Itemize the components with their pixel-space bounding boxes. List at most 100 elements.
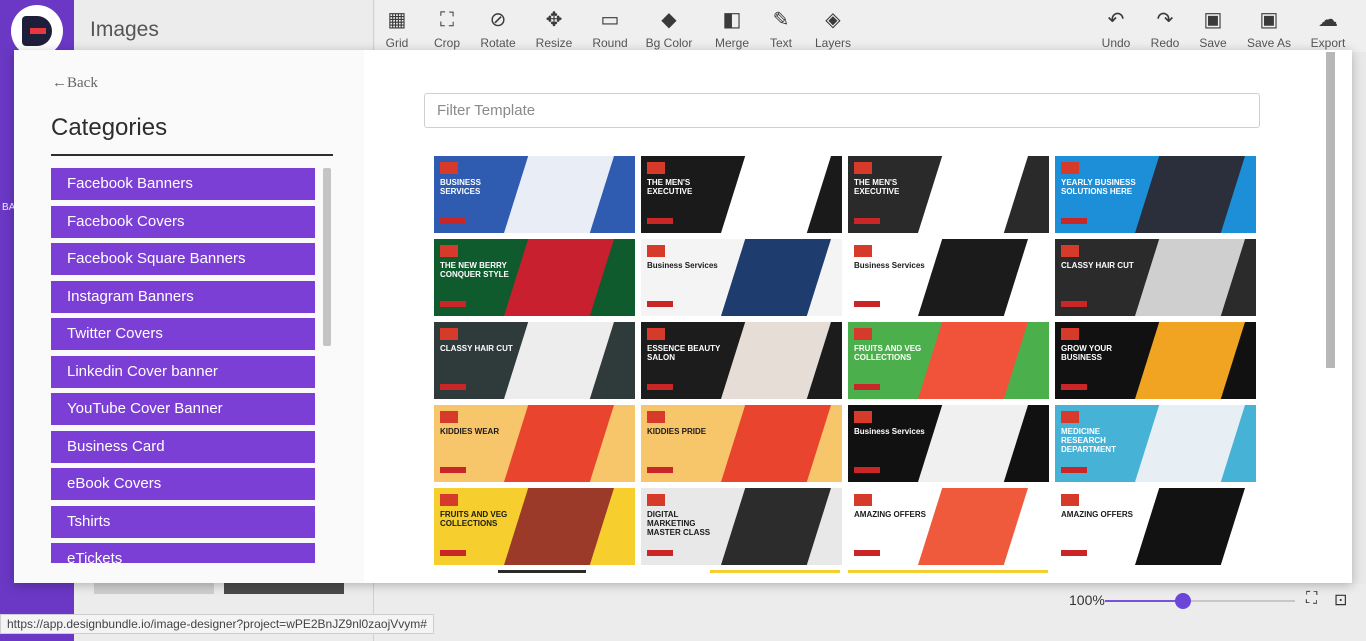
back-label: Back	[67, 75, 98, 91]
category-item[interactable]: YouTube Cover Banner	[51, 393, 315, 425]
category-item[interactable]: Twitter Covers	[51, 318, 315, 350]
toolbar-label: Undo	[1101, 36, 1131, 50]
template-thumbnail[interactable]: Business Services	[848, 239, 1049, 316]
logo-mark-icon	[22, 16, 52, 46]
template-cta-shape	[647, 301, 673, 307]
template-thumbnail[interactable]: BUSINESS SERVICES	[434, 156, 635, 233]
toolbar-text-button[interactable]: ✎ Text	[751, 6, 811, 52]
template-thumbnail[interactable]: AMAZING OFFERS	[1055, 488, 1256, 565]
toolbar-save-as-button[interactable]: ▣ Save As	[1239, 6, 1299, 52]
save-as-icon: ▣	[1259, 9, 1279, 31]
toolbar-resize-button[interactable]: ✥ Resize	[524, 6, 584, 52]
template-thumbnail[interactable]: AMAZING OFFERS	[848, 488, 1049, 565]
template-thumbnail[interactable]: KIDDIES PRIDE	[641, 405, 842, 482]
template-headline: AMAZING OFFERS	[1061, 510, 1133, 519]
template-thumbnail[interactable]: CLASSY HAIR CUT	[1055, 239, 1256, 316]
template-headline: CLASSY HAIR CUT	[1061, 261, 1134, 270]
filter-template-input[interactable]	[424, 93, 1260, 128]
panel-thumbnail[interactable]	[94, 582, 214, 594]
template-headline: DIGITAL MARKETING MASTER CLASS	[647, 510, 711, 537]
template-headline: FRUITS AND VEG COLLECTIONS	[854, 344, 922, 362]
zoom-label: 100%	[1069, 592, 1105, 608]
toolbar-label: Bg Color	[645, 36, 693, 50]
template-cta-shape	[854, 550, 880, 556]
category-item[interactable]: Linkedin Cover banner	[51, 355, 315, 388]
toolbar-rotate-button[interactable]: ⊘ Rotate	[468, 6, 528, 52]
page-title: Images	[90, 18, 159, 41]
template-cta-shape	[647, 218, 673, 224]
category-item[interactable]: Business Card	[51, 430, 315, 463]
toolbar-label: Merge	[714, 36, 749, 50]
template-logo-badge	[647, 411, 665, 423]
template-thumbnail[interactable]: THE NEW BERRY CONQUER STYLE	[434, 239, 635, 316]
toolbar-save-button[interactable]: ▣ Save	[1183, 6, 1243, 52]
template-logo-badge	[1061, 494, 1079, 506]
category-item[interactable]: Instagram Banners	[51, 280, 315, 313]
categories-title: Categories	[51, 114, 168, 141]
modal-scrollbar[interactable]	[1326, 52, 1335, 368]
resize-icon: ✥	[545, 9, 563, 31]
template-thumbnail[interactable]: THE MEN'S EXECUTIVE	[641, 156, 842, 233]
template-cta-shape	[854, 301, 880, 307]
template-thumbnail[interactable]: YEARLY BUSINESS SOLUTIONS HERE	[1055, 156, 1256, 233]
fullscreen-icon[interactable]: ⛶	[1306, 590, 1317, 608]
template-headline: Business Services	[854, 261, 925, 270]
template-cta-shape	[647, 550, 673, 556]
category-scrollbar[interactable]	[323, 168, 331, 346]
template-thumbnail[interactable]: Business Services	[848, 405, 1049, 482]
template-headline: KIDDIES WEAR	[440, 427, 500, 436]
category-item[interactable]: eBook Covers	[51, 468, 315, 500]
template-cta-shape	[854, 384, 880, 390]
template-headline: YEARLY BUSINESS SOLUTIONS HERE	[1061, 178, 1136, 196]
toolbar-label: Text	[769, 36, 792, 50]
template-logo-badge	[647, 494, 665, 506]
template-cta-shape	[440, 467, 466, 473]
category-item[interactable]: Facebook Square Banners	[51, 243, 315, 275]
template-thumbnail[interactable]: GROW YOUR BUSINESS	[1055, 322, 1256, 399]
toolbar-label: Crop	[433, 36, 460, 50]
template-headline: THE MEN'S EXECUTIVE	[854, 178, 900, 196]
zoom-slider-thumb[interactable]	[1174, 593, 1191, 609]
template-thumbnail-edge	[848, 570, 1048, 573]
toolbar-label: Rotate	[480, 36, 516, 50]
template-thumbnail[interactable]: FRUITS AND VEG COLLECTIONS	[848, 322, 1049, 399]
template-logo-badge	[854, 494, 872, 506]
template-thumbnail[interactable]: Business Services	[641, 239, 842, 316]
panel-thumbnail[interactable]	[224, 582, 344, 594]
category-item[interactable]: eTickets	[51, 543, 315, 563]
text-icon: ✎	[772, 9, 790, 31]
template-logo-badge	[440, 245, 458, 257]
template-thumbnail[interactable]: THE MEN'S EXECUTIVE	[848, 156, 1049, 233]
toolbar-label: Resize	[535, 36, 573, 50]
template-thumbnail[interactable]: DIGITAL MARKETING MASTER CLASS	[641, 488, 842, 565]
editor-toolbar: ▦ Grid ⛶ Crop ⊘ Rotate ✥ Resize ▭ Round ◆ Bg Color ◧…	[375, 0, 1366, 52]
template-logo-badge	[440, 328, 458, 340]
template-thumbnail[interactable]: ESSENCE BEAUTY SALON	[641, 322, 842, 399]
template-cta-shape	[440, 301, 466, 307]
category-item[interactable]: Facebook Banners	[51, 168, 315, 200]
toolbar-layers-button[interactable]: ◈ Layers	[803, 6, 863, 52]
template-thumbnail-edge	[498, 570, 586, 573]
template-logo-badge	[854, 245, 872, 257]
template-headline: Business Services	[854, 427, 925, 436]
category-item[interactable]: Facebook Covers	[51, 205, 315, 238]
toolbar-round-button[interactable]: ▭ Round	[580, 6, 640, 52]
toolbar-export-button[interactable]: ☁ Export	[1298, 6, 1358, 52]
back-link[interactable]: ←Back	[52, 75, 98, 92]
toolbar-label: Round	[592, 36, 628, 50]
template-thumbnail[interactable]: CLASSY HAIR CUT	[434, 322, 635, 399]
fit-screen-icon[interactable]: ⊡	[1334, 590, 1347, 610]
toolbar-bg-color-button[interactable]: ◆ Bg Color	[639, 6, 699, 52]
categories-divider	[51, 154, 333, 156]
template-thumbnail[interactable]: KIDDIES WEAR	[434, 405, 635, 482]
zoom-slider[interactable]	[1105, 593, 1295, 609]
template-cta-shape	[1061, 384, 1087, 390]
template-logo-badge	[854, 328, 872, 340]
template-logo-badge	[854, 162, 872, 174]
template-logo-badge	[440, 411, 458, 423]
category-item[interactable]: Tshirts	[51, 505, 315, 538]
template-thumbnail[interactable]: FRUITS AND VEG COLLECTIONS	[434, 488, 635, 565]
template-cta-shape	[440, 384, 466, 390]
template-headline: FRUITS AND VEG COLLECTIONS	[440, 510, 508, 528]
template-thumbnail[interactable]: MEDICINE RESEARCH DEPARTMENT	[1055, 405, 1256, 482]
